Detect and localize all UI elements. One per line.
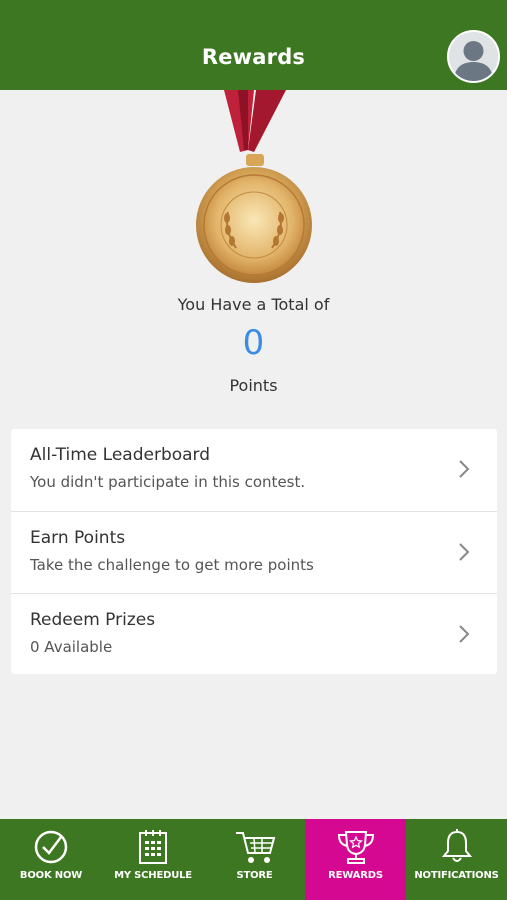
total-points-label: You Have a Total of <box>177 295 330 314</box>
tab-rewards[interactable]: REWARDS <box>305 819 406 900</box>
tab-book-now[interactable]: BOOK NOW <box>0 819 102 900</box>
tab-notifications[interactable]: NOTIFICATIONS <box>406 819 507 900</box>
redeem-prizes-title: Redeem Prizes <box>30 610 156 630</box>
redeem-prizes-subtitle: 0 Available <box>30 638 113 656</box>
user-avatar-icon <box>454 41 493 81</box>
bell-icon <box>441 829 472 862</box>
chevron-right-icon <box>459 460 470 478</box>
leaderboard-item[interactable]: All-Time Leaderboard You didn't particip… <box>11 429 497 511</box>
leaderboard-subtitle: You didn't participate in this contest. <box>30 473 306 491</box>
app-header: Rewards <box>0 0 507 90</box>
page-title: Rewards <box>201 45 306 69</box>
leaderboard-title: All-Time Leaderboard <box>30 445 211 465</box>
tab-label: BOOK NOW <box>19 870 83 881</box>
rewards-menu: All-Time Leaderboard You didn't particip… <box>11 429 497 674</box>
cart-icon <box>235 832 275 863</box>
check-circle-icon <box>34 830 68 864</box>
chevron-right-icon <box>459 625 470 643</box>
earn-points-title: Earn Points <box>30 528 126 548</box>
points-value: 0 <box>242 323 265 363</box>
points-unit-label: Points <box>229 376 278 395</box>
calendar-icon <box>139 830 167 864</box>
earn-points-subtitle: Take the challenge to get more points <box>30 556 314 574</box>
tab-my-schedule[interactable]: MY SCHEDULE <box>102 819 204 900</box>
tab-label: NOTIFICATIONS <box>414 870 499 881</box>
tab-label: STORE <box>236 870 273 881</box>
chevron-right-icon <box>459 543 470 561</box>
tab-label: REWARDS <box>328 870 383 881</box>
earn-points-item[interactable]: Earn Points Take the challenge to get mo… <box>11 511 497 594</box>
tab-label: MY SCHEDULE <box>114 870 192 881</box>
gold-medal-icon <box>196 90 312 283</box>
redeem-prizes-item[interactable]: Redeem Prizes 0 Available <box>11 593 497 676</box>
trophy-icon <box>337 831 374 864</box>
avatar[interactable] <box>447 30 500 83</box>
tab-store[interactable]: STORE <box>204 819 305 900</box>
bottom-tab-bar: BOOK NOW MY SCHEDULE STORE REWARDS NOTIF… <box>0 819 507 900</box>
